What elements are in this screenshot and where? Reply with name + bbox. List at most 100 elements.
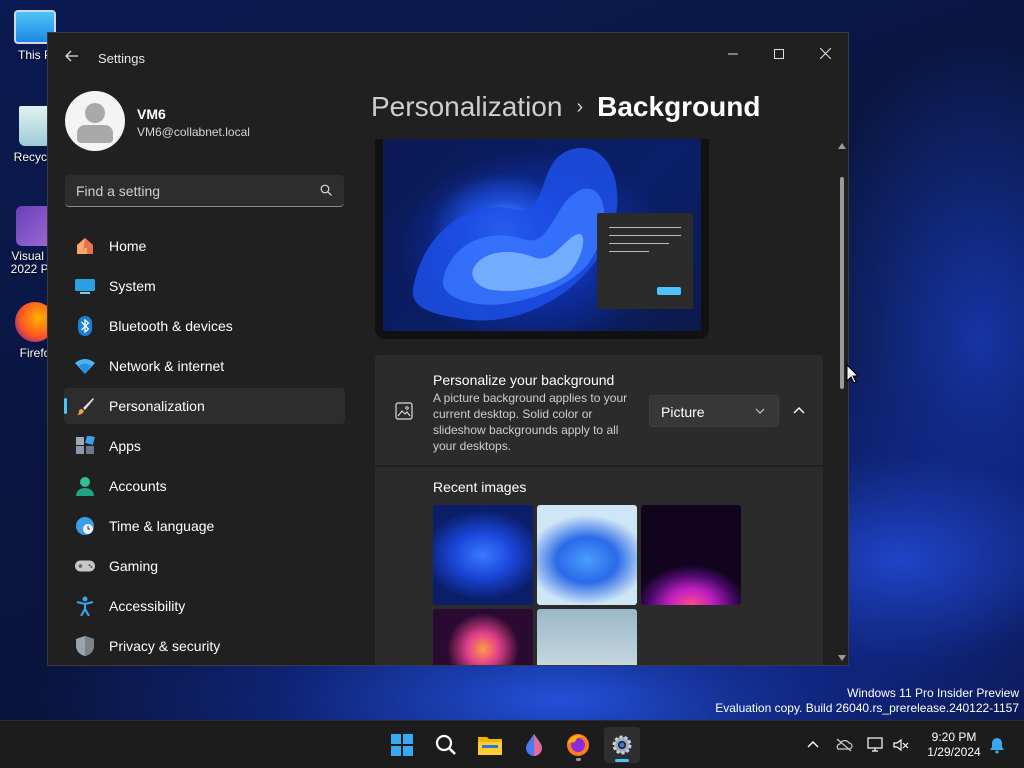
page-title: Background — [597, 91, 761, 122]
dev-drop-button[interactable] — [516, 727, 552, 763]
scroll-thumb[interactable] — [840, 177, 844, 389]
recent-image-thumbnail[interactable] — [537, 609, 637, 665]
chevron-up-icon[interactable] — [787, 399, 811, 423]
dropdown-value: Picture — [661, 404, 705, 420]
title-bar: Settings — [48, 33, 848, 83]
sidebar-item-accounts[interactable]: Accounts — [64, 468, 345, 504]
evaluation-watermark: Windows 11 Pro Insider Preview Evaluatio… — [715, 686, 1019, 716]
content-scrollbar[interactable] — [836, 141, 848, 665]
recent-image-thumbnail[interactable] — [433, 609, 533, 665]
breadcrumb: Personalization › Background — [371, 91, 760, 123]
shield-icon — [75, 636, 95, 656]
mouse-cursor-icon — [846, 364, 858, 384]
gear-icon — [612, 735, 632, 755]
close-button[interactable] — [802, 39, 848, 69]
watermark-line-1: Windows 11 Pro Insider Preview — [847, 686, 1019, 700]
sidebar-item-label: Home — [109, 238, 147, 254]
avatar[interactable] — [65, 91, 125, 151]
settings-window: Settings VM6 VM6@collabnet.local Home Sy… — [47, 32, 849, 666]
accessibility-icon — [75, 596, 95, 616]
back-button[interactable] — [62, 49, 82, 69]
windows-logo-icon — [391, 734, 413, 756]
watermark-line-2: Evaluation copy. Build 26040.rs_prerelea… — [715, 701, 1019, 715]
sidebar-item-label: Accounts — [109, 478, 167, 494]
breadcrumb-separator: › — [576, 96, 584, 118]
taskbar: 9:20 PM 1/29/2024 — [0, 720, 1024, 768]
network-status-icon[interactable] — [867, 736, 885, 754]
desktop-icon-label: Firefo — [19, 346, 51, 360]
notification-bell-icon[interactable] — [988, 736, 1006, 754]
search-icon — [435, 734, 456, 755]
sidebar-item-time-language[interactable]: Time & language — [64, 508, 345, 544]
background-preview — [375, 139, 709, 339]
image-icon — [395, 402, 413, 420]
drop-icon — [526, 734, 542, 756]
sidebar-item-personalization[interactable]: Personalization — [64, 388, 345, 424]
back-arrow-icon — [65, 50, 78, 62]
sidebar-item-label: Network & internet — [109, 358, 225, 374]
sidebar-item-label: Gaming — [109, 558, 159, 574]
maximize-icon — [774, 49, 784, 59]
card-title: Personalize your background — [433, 372, 615, 388]
clock-time: 9:20 PM — [931, 730, 977, 744]
folder-icon — [478, 737, 502, 755]
sidebar-item-label: System — [109, 278, 156, 294]
apps-icon — [75, 436, 95, 456]
sidebar-item-home[interactable]: Home — [64, 228, 345, 264]
breadcrumb-parent[interactable]: Personalization — [371, 91, 562, 122]
accounts-icon — [75, 476, 95, 496]
settings-taskbar-button[interactable] — [604, 727, 640, 763]
recent-image-thumbnail[interactable] — [537, 505, 637, 605]
network-icon — [75, 356, 95, 376]
sidebar-item-label: Personalization — [109, 398, 205, 414]
sidebar-item-label: Time & language — [109, 518, 215, 534]
volume-muted-icon[interactable] — [892, 736, 910, 754]
sidebar-item-label: Accessibility — [109, 598, 186, 614]
recent-images-title: Recent images — [433, 479, 527, 495]
sidebar-item-system[interactable]: System — [64, 268, 345, 304]
sidebar-item-gaming[interactable]: Gaming — [64, 548, 345, 584]
start-button[interactable] — [384, 727, 420, 763]
file-explorer-button[interactable] — [472, 727, 508, 763]
system-clock[interactable]: 9:20 PM 1/29/2024 — [912, 730, 996, 760]
search-input[interactable] — [65, 175, 305, 206]
brush-icon — [75, 396, 95, 416]
search-box — [65, 175, 344, 207]
firefox-taskbar-button[interactable] — [560, 727, 596, 763]
user-name: VM6 — [137, 106, 166, 122]
recent-images-section: Recent images — [375, 467, 823, 665]
search-icon[interactable] — [320, 184, 332, 196]
clock-date: 1/29/2024 — [927, 745, 981, 759]
sidebar-nav: Home System Bluetooth & devices Network … — [64, 228, 345, 665]
system-icon — [75, 276, 95, 296]
scroll-down-arrow-icon[interactable] — [838, 655, 846, 661]
maximize-button[interactable] — [756, 39, 802, 69]
sidebar-item-privacy[interactable]: Privacy & security — [64, 628, 345, 664]
minimize-icon — [728, 53, 738, 55]
onedrive-icon[interactable] — [835, 736, 853, 754]
home-icon — [75, 236, 95, 256]
globe-clock-icon — [75, 516, 95, 536]
card-description: A picture background applies to your cur… — [433, 391, 628, 453]
sidebar-item-accessibility[interactable]: Accessibility — [64, 588, 345, 624]
sidebar-item-apps[interactable]: Apps — [64, 428, 345, 464]
sidebar-item-label: Privacy & security — [109, 638, 221, 654]
chevron-up-icon[interactable] — [804, 736, 822, 754]
recent-image-thumbnail[interactable] — [641, 505, 741, 605]
sidebar-item-bluetooth[interactable]: Bluetooth & devices — [64, 308, 345, 344]
personalize-background-card: Personalize your background A picture ba… — [375, 355, 823, 465]
close-icon — [819, 47, 831, 60]
bluetooth-icon — [75, 316, 95, 336]
content-pane: Personalize your background A picture ba… — [375, 139, 825, 665]
gamepad-icon — [75, 556, 95, 576]
scroll-up-arrow-icon[interactable] — [838, 143, 846, 149]
sidebar-item-network[interactable]: Network & internet — [64, 348, 345, 384]
minimize-button[interactable] — [710, 39, 756, 69]
search-button[interactable] — [428, 727, 464, 763]
background-type-dropdown[interactable]: Picture — [649, 395, 779, 427]
chevron-down-icon — [755, 408, 765, 414]
preview-button-mockup — [657, 287, 681, 295]
preview-window-mockup — [597, 213, 693, 309]
app-title: Settings — [98, 51, 145, 66]
recent-image-thumbnail[interactable] — [433, 505, 533, 605]
